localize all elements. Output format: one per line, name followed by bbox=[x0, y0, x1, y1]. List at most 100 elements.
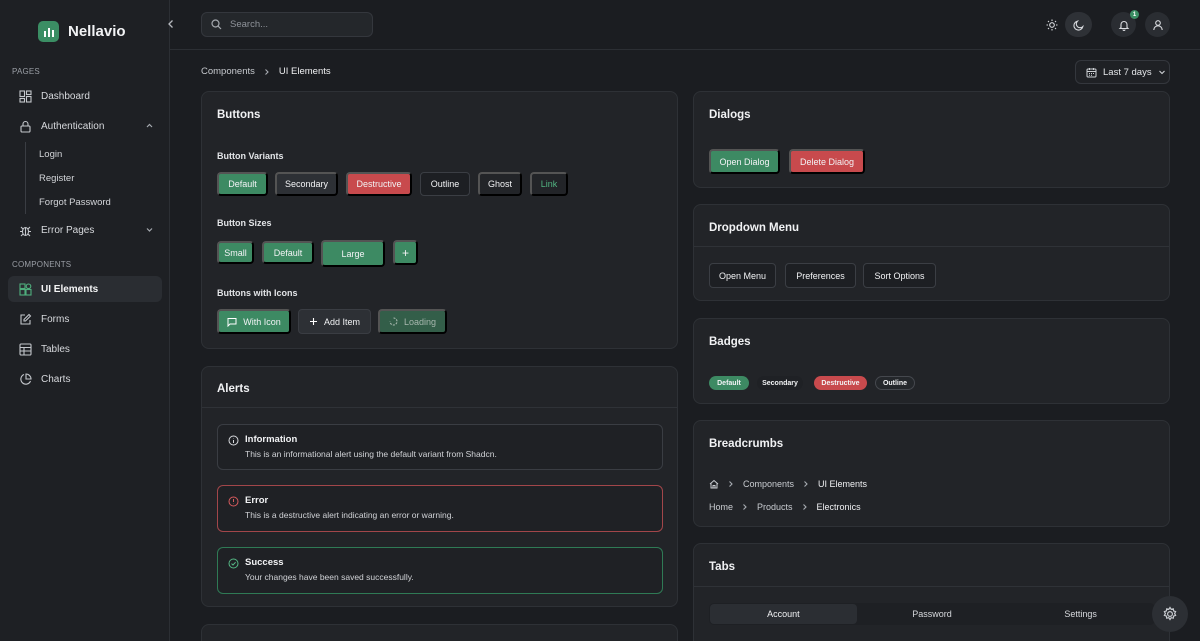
search-icon bbox=[211, 19, 222, 30]
chevron-right-icon bbox=[741, 503, 749, 511]
chevron-up-icon bbox=[145, 121, 154, 130]
tabs-card: Tabs Account Password Settings bbox=[693, 543, 1170, 641]
sidebar-item-error-pages[interactable]: Error Pages bbox=[8, 217, 162, 243]
tab-account[interactable]: Account bbox=[710, 604, 857, 624]
brand-name: Nellavio bbox=[68, 23, 126, 40]
sidebar-item-dashboard[interactable]: Dashboard bbox=[8, 83, 162, 109]
sidebar-item-forms[interactable]: Forms bbox=[8, 306, 162, 332]
message-icon bbox=[227, 317, 237, 327]
link-button[interactable]: Link bbox=[530, 172, 568, 196]
plus-icon bbox=[309, 317, 318, 326]
card-title: Tabs bbox=[709, 561, 735, 573]
tab-password[interactable]: Password bbox=[859, 604, 1006, 624]
sidebar-item-label: Authentication bbox=[41, 120, 105, 132]
alert-title: Error bbox=[245, 495, 269, 506]
sidebar-item-authentication[interactable]: Authentication bbox=[8, 113, 162, 139]
brand[interactable]: Nellavio bbox=[38, 21, 126, 42]
sidebar-item-register[interactable]: Register bbox=[39, 173, 74, 184]
icon-size-button[interactable]: + bbox=[393, 240, 418, 265]
settings-button[interactable] bbox=[1152, 596, 1188, 632]
notifications-button[interactable]: 1 bbox=[1111, 10, 1139, 37]
buttons-card: Buttons Button Variants Default Secondar… bbox=[201, 91, 678, 349]
submenu-line bbox=[25, 142, 26, 214]
with-icon-button[interactable]: With Icon bbox=[217, 309, 291, 334]
group-label-icons: Buttons with Icons bbox=[217, 288, 298, 298]
sidebar-item-login[interactable]: Login bbox=[39, 149, 62, 160]
breadcrumb-link-components[interactable]: Components bbox=[743, 479, 794, 489]
home-icon[interactable] bbox=[709, 479, 719, 489]
loading-button[interactable]: Loading bbox=[378, 309, 447, 334]
user-icon bbox=[1152, 19, 1164, 31]
outline-button[interactable]: Outline bbox=[420, 172, 470, 196]
tabs-list: Account Password Settings bbox=[709, 603, 1155, 625]
default-button[interactable]: Default bbox=[217, 172, 268, 196]
sidebar-item-forgot-password[interactable]: Forgot Password bbox=[39, 197, 111, 208]
user-menu-button[interactable] bbox=[1145, 12, 1170, 37]
tab-settings[interactable]: Settings bbox=[1007, 604, 1154, 624]
sidebar: Nellavio Pages Dashboard Authentication … bbox=[0, 0, 173, 641]
check-circle-icon bbox=[228, 558, 239, 569]
breadcrumb-link-components[interactable]: Components bbox=[201, 66, 255, 77]
sort-options-button[interactable]: Sort Options bbox=[863, 263, 936, 288]
spinner-icon bbox=[389, 317, 398, 326]
default-size-button[interactable]: Default bbox=[262, 241, 314, 264]
theme-toggle[interactable] bbox=[1038, 12, 1093, 37]
delete-dialog-button[interactable]: Delete Dialog bbox=[789, 149, 865, 174]
preferences-button[interactable]: Preferences bbox=[785, 263, 856, 288]
group-label-variants: Button Variants bbox=[217, 151, 284, 161]
breadcrumb-current: Electronics bbox=[816, 502, 861, 512]
error-alert: Error This is a destructive alert indica… bbox=[217, 485, 663, 532]
breadcrumbs-card: Breadcrumbs Components UI Elements Home … bbox=[693, 420, 1170, 527]
card-title: Dialogs bbox=[709, 109, 751, 121]
alert-title: Information bbox=[245, 434, 298, 445]
section-label-components: Components bbox=[12, 260, 72, 269]
card-divider bbox=[694, 586, 1169, 587]
button-label: Add Item bbox=[323, 316, 361, 327]
alert-title: Success bbox=[245, 557, 284, 568]
large-button[interactable]: Large bbox=[321, 240, 385, 267]
alert-circle-icon bbox=[228, 496, 239, 507]
breadcrumb-current: UI Elements bbox=[278, 66, 331, 77]
alerts-card: Alerts Information This is an informatio… bbox=[201, 366, 678, 607]
info-icon bbox=[228, 435, 239, 446]
sidebar-item-charts[interactable]: Charts bbox=[8, 366, 162, 392]
card-divider bbox=[694, 246, 1169, 247]
sidebar-item-label: Dashboard bbox=[41, 90, 90, 102]
sidebar-item-label: UI Elements bbox=[41, 283, 99, 295]
chevron-right-icon bbox=[801, 503, 809, 511]
lock-icon bbox=[19, 120, 32, 133]
info-alert: Information This is an informational ale… bbox=[217, 424, 663, 470]
page-breadcrumb: Components UI Elements bbox=[201, 66, 331, 77]
destructive-badge: Destructive bbox=[814, 376, 867, 390]
add-item-button[interactable]: Add Item bbox=[298, 309, 371, 334]
card-title: Badges bbox=[709, 336, 751, 348]
dropdown-menu-card: Dropdown Menu Open Menu Preferences Sort… bbox=[693, 204, 1170, 301]
sidebar-item-label: Error Pages bbox=[41, 224, 95, 236]
card-title: Buttons bbox=[217, 109, 261, 121]
breadcrumb-link-products[interactable]: Products bbox=[757, 502, 793, 512]
destructive-button[interactable]: Destructive bbox=[346, 172, 412, 196]
ghost-button[interactable]: Ghost bbox=[478, 172, 522, 196]
card-title: Dropdown Menu bbox=[709, 222, 800, 234]
search-box[interactable] bbox=[201, 12, 373, 37]
search-input[interactable] bbox=[230, 19, 370, 30]
date-range-select[interactable]: Last 7 days bbox=[1075, 60, 1170, 84]
open-dialog-button[interactable]: Open Dialog bbox=[709, 149, 780, 174]
next-card bbox=[201, 624, 678, 641]
card-divider bbox=[202, 407, 677, 408]
breadcrumb-link-home[interactable]: Home bbox=[709, 502, 733, 512]
card-title: Breadcrumbs bbox=[709, 438, 784, 450]
alert-description: This is a destructive alert indicating a… bbox=[245, 510, 454, 520]
secondary-button[interactable]: Secondary bbox=[275, 172, 338, 196]
open-menu-button[interactable]: Open Menu bbox=[709, 263, 776, 288]
breadcrumb-current: UI Elements bbox=[818, 479, 868, 489]
sidebar-item-label: Tables bbox=[41, 343, 70, 355]
moon-icon[interactable] bbox=[1065, 12, 1092, 37]
sun-icon[interactable] bbox=[1038, 12, 1065, 37]
notification-count-badge: 1 bbox=[1130, 10, 1139, 19]
breadcrumb-example-1: Components UI Elements bbox=[709, 479, 867, 489]
sidebar-item-ui-elements[interactable]: UI Elements bbox=[8, 276, 162, 302]
small-button[interactable]: Small bbox=[217, 241, 254, 264]
sidebar-item-tables[interactable]: Tables bbox=[8, 336, 162, 362]
alert-description: This is an informational alert using the… bbox=[245, 449, 497, 459]
